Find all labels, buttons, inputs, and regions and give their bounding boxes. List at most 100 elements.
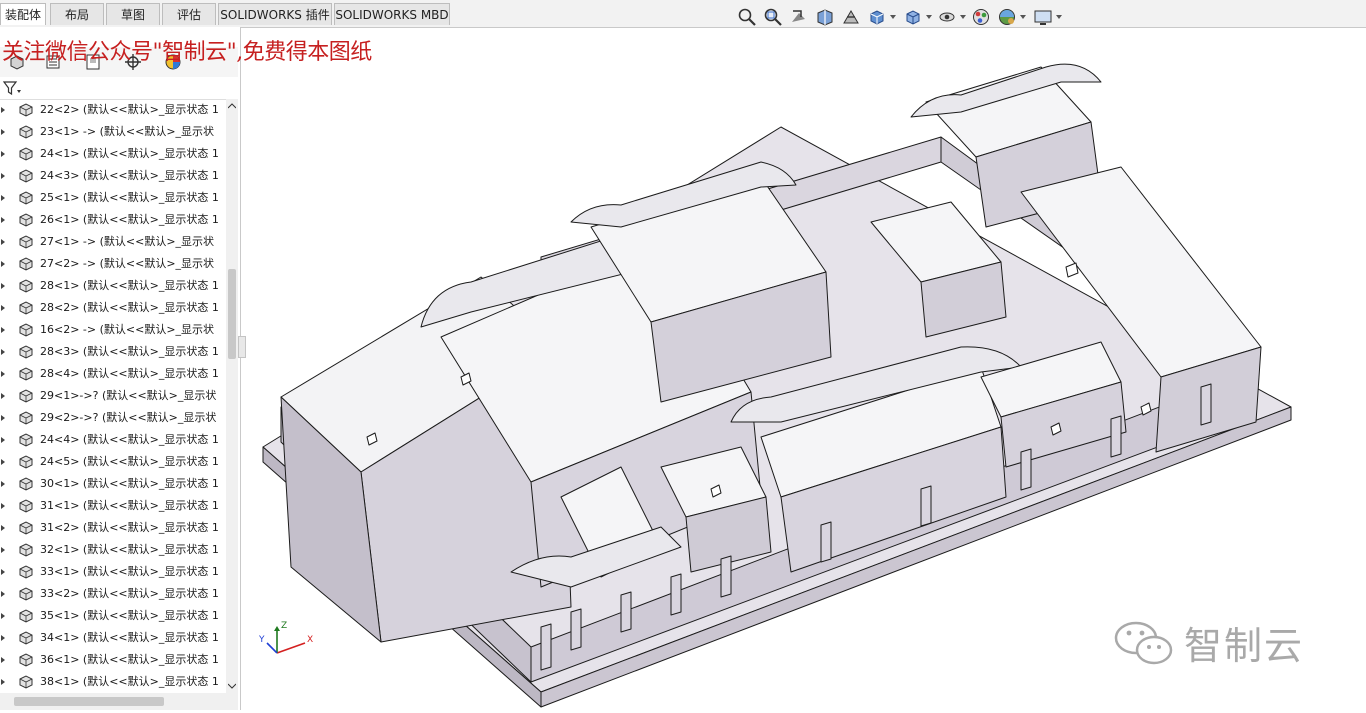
expand-arrow-icon[interactable] (1, 415, 5, 421)
tree-item[interactable]: 28<2> (默认<<默认>_显示状态 1 (0, 297, 226, 319)
feature-manager-panel: 22<2> (默认<<默认>_显示状态 1 23<1> -> (默认<<默认>_显… (0, 27, 241, 710)
expand-arrow-icon[interactable] (1, 657, 5, 663)
expand-arrow-icon[interactable] (1, 481, 5, 487)
expand-arrow-icon[interactable] (1, 107, 5, 113)
tree-item[interactable]: 27<2> -> (默认<<默认>_显示状 (0, 253, 226, 275)
expand-arrow-icon[interactable] (1, 129, 5, 135)
component-icon (19, 235, 33, 249)
expand-arrow-icon[interactable] (1, 437, 5, 443)
tree-item[interactable]: 33<2> (默认<<默认>_显示状态 1 (0, 583, 226, 605)
expand-arrow-icon[interactable] (1, 349, 5, 355)
dynamic-annotation-icon[interactable] (840, 6, 862, 28)
edit-appearance-icon[interactable] (970, 6, 992, 28)
component-icon (19, 543, 33, 557)
expand-arrow-icon[interactable] (1, 151, 5, 157)
tree-item-label: 28<4> (默认<<默认>_显示状态 1 (40, 367, 219, 380)
expand-arrow-icon[interactable] (1, 371, 5, 377)
component-icon (19, 345, 33, 359)
tree-item[interactable]: 30<1> (默认<<默认>_显示状态 1 (0, 473, 226, 495)
tree-item[interactable]: 28<4> (默认<<默认>_显示状态 1 (0, 363, 226, 385)
expand-arrow-icon[interactable] (1, 283, 5, 289)
tree-item[interactable]: 22<2> (默认<<默认>_显示状态 1 (0, 99, 226, 121)
component-icon (19, 125, 33, 139)
tree-item[interactable]: 24<1> (默认<<默认>_显示状态 1 (0, 143, 226, 165)
component-icon (19, 477, 33, 491)
view-orientation-icon[interactable] (866, 6, 888, 28)
expand-arrow-icon[interactable] (1, 393, 5, 399)
component-icon (19, 433, 33, 447)
tree-item[interactable]: 28<3> (默认<<默认>_显示状态 1 (0, 341, 226, 363)
scroll-up-icon[interactable] (228, 103, 236, 109)
expand-arrow-icon[interactable] (1, 591, 5, 597)
expand-arrow-icon[interactable] (1, 613, 5, 619)
tree-item[interactable]: 34<1> (默认<<默认>_显示状态 1 (0, 627, 226, 649)
hscroll-thumb[interactable] (14, 697, 164, 706)
expand-arrow-icon[interactable] (1, 261, 5, 267)
expand-arrow-icon[interactable] (1, 569, 5, 575)
tree-item[interactable]: 16<2> -> (默认<<默认>_显示状 (0, 319, 226, 341)
tree-item[interactable]: 35<1> (默认<<默认>_显示状态 1 (0, 605, 226, 627)
tree-item-label: 24<3> (默认<<默认>_显示状态 1 (40, 169, 219, 182)
section-view-icon[interactable] (814, 6, 836, 28)
tree-item[interactable]: 28<1> (默认<<默认>_显示状态 1 (0, 275, 226, 297)
expand-arrow-icon[interactable] (1, 305, 5, 311)
tree-item[interactable]: 24<3> (默认<<默认>_显示状态 1 (0, 165, 226, 187)
tree-item[interactable]: 36<1> (默认<<默认>_显示状态 1 (0, 649, 226, 671)
expand-arrow-icon[interactable] (1, 503, 5, 509)
tree-item-label: 24<1> (默认<<默认>_显示状态 1 (40, 147, 219, 160)
tree-item[interactable]: 31<2> (默认<<默认>_显示状态 1 (0, 517, 226, 539)
expand-arrow-icon[interactable] (1, 327, 5, 333)
tree-item[interactable]: 29<2>->? (默认<<默认>_显示状 (0, 407, 226, 429)
tree-item[interactable]: 24<5> (默认<<默认>_显示状态 1 (0, 451, 226, 473)
tree-item[interactable]: 24<4> (默认<<默认>_显示状态 1 (0, 429, 226, 451)
tree-item[interactable]: 25<1> (默认<<默认>_显示状态 1 (0, 187, 226, 209)
apply-scene-icon[interactable] (996, 6, 1018, 28)
previous-view-icon[interactable] (788, 6, 810, 28)
scroll-thumb[interactable] (228, 269, 236, 359)
tab-sketch[interactable]: 草图 (106, 3, 160, 25)
view-settings-icon[interactable] (1032, 6, 1054, 28)
tree-item[interactable]: 23<1> -> (默认<<默认>_显示状 (0, 121, 226, 143)
zoom-to-fit-icon[interactable] (736, 6, 758, 28)
tab-layout[interactable]: 布局 (50, 3, 104, 25)
zoom-to-area-icon[interactable] (762, 6, 784, 28)
triad-z-label: Z (281, 621, 288, 631)
tree-item-label: 28<2> (默认<<默认>_显示状态 1 (40, 301, 219, 314)
wechat-icon (1114, 621, 1173, 665)
expand-arrow-icon[interactable] (1, 635, 5, 641)
tree-item[interactable]: 32<1> (默认<<默认>_显示状态 1 (0, 539, 226, 561)
graphics-area[interactable]: X Y Z (241, 27, 1366, 710)
tree-item-label: 30<1> (默认<<默认>_显示状态 1 (40, 477, 219, 490)
tree-item[interactable]: 38<1> (默认<<默认>_显示状态 1 (0, 671, 226, 693)
triad-y-label: Y (259, 635, 265, 645)
scroll-down-icon[interactable] (228, 683, 236, 689)
component-icon (19, 653, 33, 667)
expand-arrow-icon[interactable] (1, 459, 5, 465)
expand-arrow-icon[interactable] (1, 239, 5, 245)
tree-item[interactable]: 33<1> (默认<<默认>_显示状态 1 (0, 561, 226, 583)
expand-arrow-icon[interactable] (1, 525, 5, 531)
tree-vertical-scrollbar[interactable] (226, 99, 238, 693)
tree-item[interactable]: 31<1> (默认<<默认>_显示状态 1 (0, 495, 226, 517)
brand-text: 智制云 (1184, 623, 1305, 668)
tree-item[interactable]: 27<1> -> (默认<<默认>_显示状 (0, 231, 226, 253)
tree-item[interactable]: 26<1> (默认<<默认>_显示状态 1 (0, 209, 226, 231)
filter-icon[interactable] (2, 80, 21, 99)
tree-item[interactable]: 29<1>->? (默认<<默认>_显示状 (0, 385, 226, 407)
expand-arrow-icon[interactable] (1, 195, 5, 201)
tree-horizontal-scrollbar[interactable] (0, 693, 238, 710)
tree-item-label: 24<5> (默认<<默认>_显示状态 1 (40, 455, 219, 468)
hide-show-items-icon[interactable] (936, 6, 958, 28)
tree-item-label: 16<2> -> (默认<<默认>_显示状 (40, 323, 215, 336)
expand-arrow-icon[interactable] (1, 173, 5, 179)
tab-solidworks-addins[interactable]: SOLIDWORKS 插件 (218, 3, 332, 25)
expand-arrow-icon[interactable] (1, 679, 5, 685)
expand-arrow-icon[interactable] (1, 217, 5, 223)
display-style-icon[interactable] (902, 6, 924, 28)
tab-solidworks-mbd[interactable]: SOLIDWORKS MBD (334, 3, 450, 25)
component-icon (19, 323, 33, 337)
tab-evaluate[interactable]: 评估 (162, 3, 216, 25)
expand-arrow-icon[interactable] (1, 547, 5, 553)
tab-assembly[interactable]: 装配体 (0, 3, 46, 25)
tree-item-label: 23<1> -> (默认<<默认>_显示状 (40, 125, 215, 138)
